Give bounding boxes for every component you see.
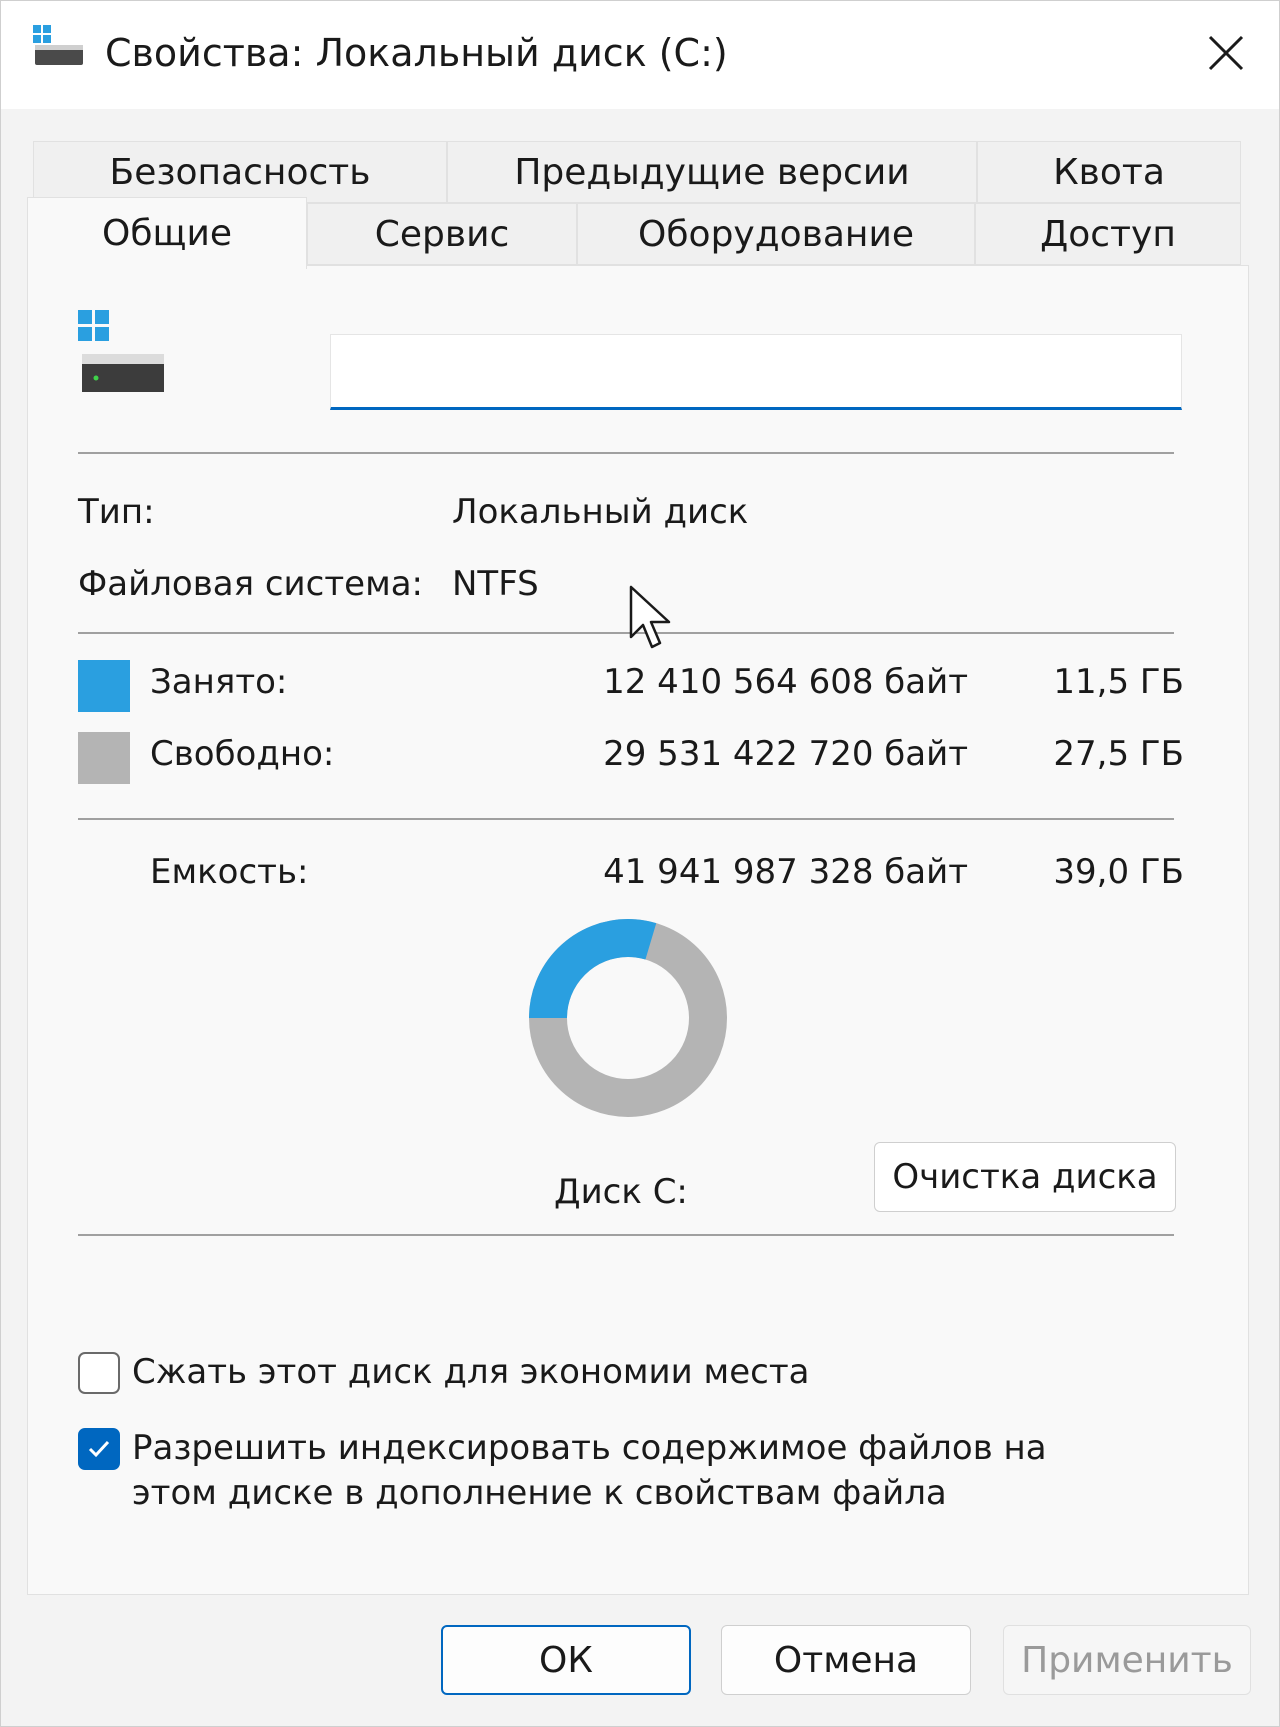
tab-security[interactable]: Безопасность xyxy=(33,141,447,203)
type-label: Тип: xyxy=(78,492,155,532)
tab-tools[interactable]: Сервис xyxy=(307,203,577,265)
tab-quota[interactable]: Квота xyxy=(977,141,1241,203)
volume-name-input[interactable] xyxy=(330,334,1182,410)
filesystem-label: Файловая система: xyxy=(78,564,424,604)
used-label: Занято: xyxy=(150,662,288,702)
free-bytes: 29 531 422 720 байт xyxy=(603,734,968,774)
compress-label[interactable]: Сжать этот диск для экономии места xyxy=(132,1350,1192,1395)
local-disk-icon xyxy=(78,310,164,392)
capacity-label: Емкость: xyxy=(150,852,309,892)
type-value: Локальный диск xyxy=(452,492,749,532)
used-size: 11,5 ГБ xyxy=(1053,662,1184,702)
mouse-cursor-icon xyxy=(629,585,671,649)
tab-general[interactable]: Общие xyxy=(27,197,307,269)
divider xyxy=(78,632,1174,634)
divider xyxy=(78,1234,1174,1236)
checkmark-icon xyxy=(88,1440,110,1458)
tab-previous-versions[interactable]: Предыдущие версии xyxy=(447,141,977,203)
drive-icon xyxy=(33,25,83,65)
tab-sharing[interactable]: Доступ xyxy=(975,203,1241,265)
index-checkbox[interactable] xyxy=(78,1428,120,1470)
compress-checkbox[interactable] xyxy=(78,1352,120,1394)
divider xyxy=(78,452,1174,454)
tab-hardware[interactable]: Оборудование xyxy=(577,203,975,265)
free-label: Свободно: xyxy=(150,734,335,774)
capacity-bytes: 41 941 987 328 байт xyxy=(603,852,968,892)
free-space-swatch xyxy=(78,732,130,784)
free-size: 27,5 ГБ xyxy=(1053,734,1184,774)
properties-window: Свойства: Локальный диск (C:) Безопаснос… xyxy=(0,0,1280,1727)
close-icon xyxy=(1208,35,1244,71)
cancel-button[interactable]: Отмена xyxy=(721,1625,971,1695)
disk-usage-donut xyxy=(529,919,727,1117)
close-button[interactable] xyxy=(1191,23,1261,83)
divider xyxy=(78,818,1174,820)
ok-button[interactable]: ОК xyxy=(441,1625,691,1695)
index-label[interactable]: Разрешить индексировать содержимое файло… xyxy=(132,1426,1142,1516)
general-panel: Тип: Локальный диск Файловая система: NT… xyxy=(27,265,1249,1595)
title-bar[interactable]: Свойства: Локальный диск (C:) xyxy=(1,1,1279,109)
window-title: Свойства: Локальный диск (C:) xyxy=(105,31,728,75)
disk-cleanup-button[interactable]: Очистка диска xyxy=(874,1142,1176,1212)
capacity-size: 39,0 ГБ xyxy=(1053,852,1184,892)
filesystem-value: NTFS xyxy=(452,564,539,604)
used-space-swatch xyxy=(78,660,130,712)
used-bytes: 12 410 564 608 байт xyxy=(603,662,968,702)
drive-caption: Диск C: xyxy=(554,1172,688,1212)
apply-button[interactable]: Применить xyxy=(1003,1625,1251,1695)
